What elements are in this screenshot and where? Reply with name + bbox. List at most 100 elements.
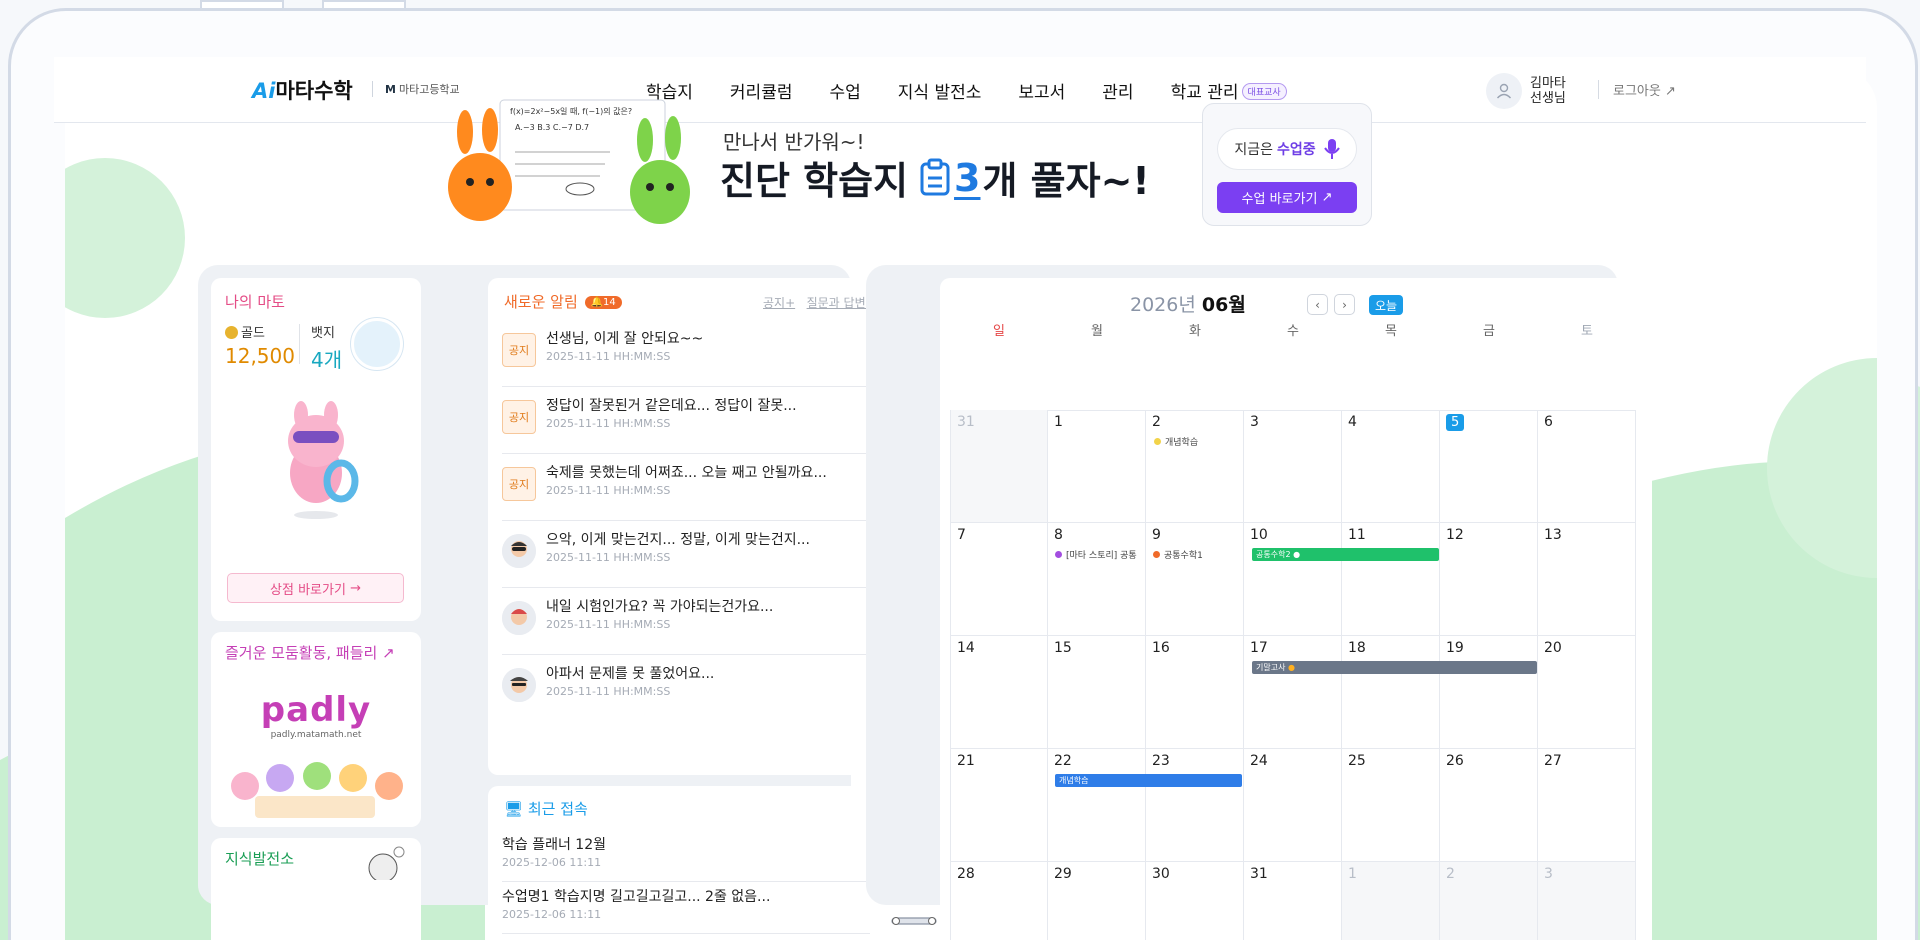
next-month-button[interactable]: ›: [1334, 294, 1355, 315]
nav-manage[interactable]: 관리: [1102, 78, 1133, 103]
recent-item-title: 학습 플래너 12월: [502, 837, 606, 853]
notification-item[interactable]: 아파서 문제를 못 풀었어요... 2025-11-11 HH:MM:SS: [502, 655, 870, 722]
calendar-day-cell[interactable]: 24: [1244, 749, 1342, 862]
day-number: 1: [1054, 414, 1063, 430]
recent-item-title: 수업명1 학습지명 길고길고길고... 2줄 없음...: [502, 889, 771, 905]
calendar-day-cell[interactable]: 9: [1146, 523, 1244, 636]
notification-item[interactable]: 공지 숙제를 못했는데 어쩌죠... 오늘 째고 안될까요... 2025-11-1…: [502, 454, 870, 521]
calendar-day-cell[interactable]: 16: [1146, 636, 1244, 749]
nav-knowledge[interactable]: 지식 발전소: [898, 78, 982, 103]
calendar-day-cell[interactable]: 3: [1538, 862, 1636, 940]
nav-report[interactable]: 보고서: [1018, 78, 1065, 103]
nav-school-manage[interactable]: 학교 관리 대표교사: [1171, 78, 1287, 103]
notification-item[interactable]: 내일 시험인가요? 꼭 가야되는건가요... 2025-11-11 HH:MM:S…: [502, 588, 870, 655]
calendar-day-cell[interactable]: 2: [1440, 862, 1538, 940]
day-number: 20: [1544, 640, 1562, 656]
headline-suffix: 개 풀자~!: [982, 159, 1150, 203]
student-avatar-icon: [502, 534, 536, 568]
diagnostic-count[interactable]: 3: [954, 156, 980, 200]
day-number: 21: [957, 753, 975, 769]
shop-button[interactable]: 상점 바로가기 →: [227, 573, 404, 603]
calendar-day-cell[interactable]: 17: [1244, 636, 1342, 749]
badge-icon[interactable]: [351, 318, 403, 370]
calendar-day-cell[interactable]: 3: [1244, 410, 1342, 523]
calendar-event[interactable]: [마타 스토리] 공통: [1055, 548, 1137, 561]
calendar-day-cell[interactable]: 28: [950, 862, 1048, 940]
main-nav: 학습지 커리큘럼 수업 지식 발전소 보고서 관리 학교 관리 대표교사: [646, 78, 1287, 103]
calendar-day-cell[interactable]: 15: [1048, 636, 1146, 749]
calendar-day-cell[interactable]: 22: [1048, 749, 1146, 862]
calendar-day-cell[interactable]: 29: [1048, 862, 1146, 940]
day-number: 19: [1446, 640, 1464, 656]
calendar-day-cell[interactable]: 21: [950, 749, 1048, 862]
calendar-day-cell[interactable]: 20: [1538, 636, 1636, 749]
top-navigation: Ai마타수학 M 마타고등학교 학습지 커리큘럼 수업 지식 발전소 보고서 관리…: [54, 57, 1866, 123]
calendar-day-cell[interactable]: 1: [1048, 410, 1146, 523]
calendar-event-bar[interactable]: 공통수학2 ●: [1252, 548, 1439, 561]
notification-count: 14: [603, 297, 616, 308]
calendar-day-cell[interactable]: 26: [1440, 749, 1538, 862]
student-avatar-icon: [502, 668, 536, 702]
header-bar: Ai마타수학 M 마타고등학교 학습지 커리큘럼 수업 지식 발전소 보고서 관리…: [54, 57, 1866, 123]
calendar-day-cell[interactable]: 23: [1146, 749, 1244, 862]
padly-card[interactable]: 즐거운 모둠활동, 패들리 ↗ padly padly.matamath.net: [211, 632, 421, 827]
recent-item[interactable]: 수업명1 학습지명 길고길고길고... 2줄 없음... 2025-12-06 1…: [502, 882, 870, 934]
my-mato-title: 나의 마토: [225, 293, 285, 311]
calendar-day-cell[interactable]: 1: [1342, 862, 1440, 940]
notification-item[interactable]: 으악, 이게 맞는건지... 정말, 이게 맞는건지... 2025-11-11 …: [502, 521, 870, 588]
calendar-day-cell[interactable]: 2: [1146, 410, 1244, 523]
calendar-day-cell[interactable]: 5: [1440, 410, 1538, 523]
calendar-day-cell[interactable]: 19: [1440, 636, 1538, 749]
user-profile[interactable]: 김마타 선생님: [1486, 73, 1578, 109]
calendar-day-cell[interactable]: 14: [950, 636, 1048, 749]
knowledge-card[interactable]: 지식발전소: [211, 838, 421, 940]
calendar-day-cell[interactable]: 10: [1244, 523, 1342, 636]
event-dot: [1153, 551, 1160, 558]
notification-text: 아파서 문제를 못 풀었어요...: [546, 666, 715, 682]
previous-month-button[interactable]: ‹: [1307, 294, 1328, 315]
calendar-event-bar[interactable]: 기말고사 ●: [1252, 661, 1537, 674]
calendar-day-cell[interactable]: 12: [1440, 523, 1538, 636]
event-emoji-icon: ●: [1293, 550, 1301, 559]
badge-value: 4개: [311, 348, 343, 372]
notification-item[interactable]: 공지 선생님, 이게 잘 안되요~~ 2025-11-11 HH:MM:SS: [502, 320, 870, 387]
calendar-day-cell[interactable]: 27: [1538, 749, 1636, 862]
banner-illustration: f(x)=2x²−5x일 때, f(−1)의 값은? A.−3 B.3 C.−7…: [448, 99, 690, 224]
calendar-day-cell[interactable]: 31: [1244, 862, 1342, 940]
notice-more-link[interactable]: 공지+: [763, 296, 795, 310]
calendar-event[interactable]: 공통수학1: [1153, 548, 1203, 561]
logout-button[interactable]: 로그아웃 ↗: [1598, 80, 1676, 99]
weekday-label: 목: [1385, 324, 1397, 339]
logo[interactable]: Ai마타수학: [252, 75, 353, 105]
calendar-day-cell[interactable]: 25: [1342, 749, 1440, 862]
notification-item[interactable]: 공지 정답이 잘못된거 같은데요... 정답이 잘못... 2025-11-11 H…: [502, 387, 870, 454]
calendar-day-cell[interactable]: 18: [1342, 636, 1440, 749]
knowledge-title: 지식발전소: [225, 850, 295, 868]
today-button[interactable]: 오늘: [1369, 295, 1403, 315]
nav-class[interactable]: 수업: [829, 78, 860, 103]
calendar-day-cell[interactable]: 13: [1538, 523, 1636, 636]
recent-item-date: 2025-12-06 11:11: [502, 856, 602, 869]
calendar-event[interactable]: 개념학습: [1154, 435, 1198, 448]
calendar-day-cell[interactable]: 4: [1342, 410, 1440, 523]
recent-item[interactable]: 학습 플래너 12월 2025-12-06 11:11: [502, 830, 870, 882]
padly-logo: padly: [260, 690, 372, 730]
user-name-text: 김마타: [1530, 76, 1566, 91]
calendar-day-cell[interactable]: 6: [1538, 410, 1636, 523]
calendar-day-cell[interactable]: 30: [1146, 862, 1244, 940]
notification-text: 숙제를 못했는데 어쩌죠... 오늘 째고 안될까요...: [546, 465, 827, 481]
calendar-day-cell[interactable]: 7: [950, 523, 1048, 636]
day-number: 9: [1152, 527, 1161, 543]
calendar-day-cell[interactable]: 31: [950, 410, 1048, 523]
padly-title-text: 즐거운 모둠활동, 패들리: [225, 644, 378, 662]
class-status-value: 수업중: [1277, 142, 1316, 158]
gold-value: 12,500: [225, 344, 295, 368]
calendar-day-cell[interactable]: 11: [1342, 523, 1440, 636]
padly-url: padly.matamath.net: [270, 730, 362, 740]
calendar-event-bar[interactable]: 개념학습: [1055, 774, 1242, 787]
day-number: 4: [1348, 414, 1357, 430]
calendar-day-cell[interactable]: 8: [1048, 523, 1146, 636]
padly-title: 즐거운 모둠활동, 패들리 ↗: [225, 642, 395, 663]
go-to-class-button[interactable]: 수업 바로가기 ↗: [1217, 182, 1357, 213]
nav-curriculum[interactable]: 커리큘럼: [730, 78, 793, 103]
